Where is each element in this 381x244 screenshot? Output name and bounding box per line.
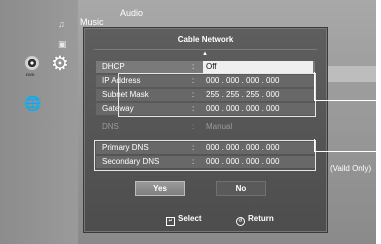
disc-icon[interactable]	[25, 56, 39, 70]
music-icon: ♫	[58, 19, 65, 29]
gear-icon[interactable]: ⚙	[51, 54, 69, 74]
ip-group-outline	[118, 73, 316, 117]
no-button[interactable]: No	[216, 181, 266, 196]
screen: ♫ ▣ DVD ⚙ 🌐 Music Audio Cable Network ▲ …	[0, 0, 376, 244]
valid-only-note: (Vaild Only)	[330, 164, 372, 173]
separator: :	[192, 62, 195, 71]
menu-highlight-strip	[328, 66, 376, 82]
yes-button[interactable]: Yes	[135, 181, 185, 196]
dns-group-outline	[94, 140, 316, 171]
left-panel: ♫ ▣ DVD ⚙ 🌐	[0, 0, 78, 244]
up-arrow-icon: ▲	[202, 51, 208, 57]
separator: :	[192, 122, 195, 131]
callout-line-dns	[314, 151, 376, 152]
return-icon: ↺	[236, 217, 245, 226]
dns-value: Manual	[206, 122, 233, 131]
dhcp-value-box	[203, 61, 313, 73]
callout-line-ip	[314, 100, 376, 101]
row-dhcp[interactable]: DHCP : Off	[96, 61, 315, 73]
return-hint: ↺ Return	[236, 214, 274, 226]
select-label: Select	[178, 214, 202, 223]
dialog-title: Cable Network	[177, 35, 234, 44]
dhcp-label: DHCP	[102, 62, 125, 71]
dvd-label: DVD	[26, 72, 35, 77]
select-hint: ↵ Select	[166, 214, 202, 226]
cable-network-dialog: Cable Network ▲ DHCP : Off IP Address : …	[83, 27, 328, 233]
dhcp-value: Off	[206, 62, 217, 71]
callout-bracket-ip	[314, 72, 315, 101]
photo-icon: ▣	[58, 39, 67, 49]
callout-bracket-dns	[314, 139, 315, 152]
row-dns[interactable]: DNS : Manual	[96, 121, 315, 133]
category-audio-label: Audio	[120, 8, 144, 18]
dns-label: DNS	[102, 122, 119, 131]
return-label: Return	[248, 214, 274, 223]
globe-icon[interactable]: 🌐	[24, 96, 41, 110]
title-divider	[94, 49, 317, 50]
select-icon: ↵	[166, 217, 175, 226]
category-music-label: Music	[80, 17, 104, 27]
